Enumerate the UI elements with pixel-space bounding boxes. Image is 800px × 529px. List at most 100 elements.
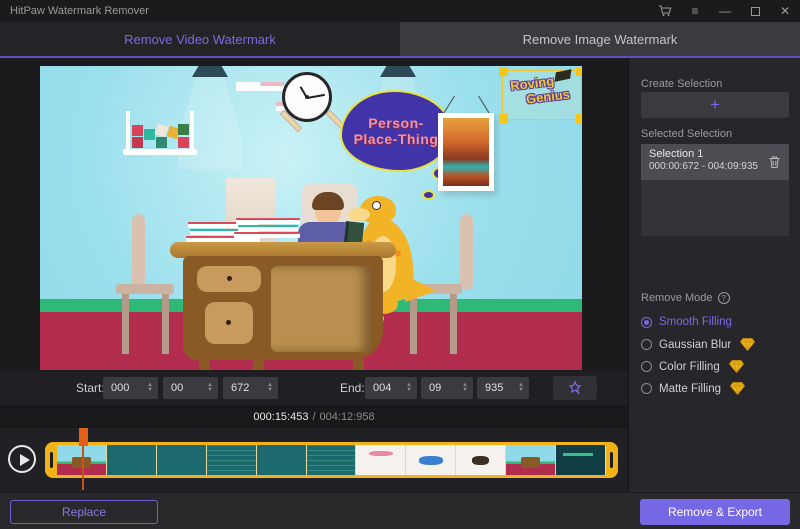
wall-clock (282, 72, 332, 122)
selection-handle-bottom-right[interactable] (576, 114, 582, 123)
canyon-art (443, 118, 489, 186)
delete-selection-icon[interactable] (768, 155, 781, 174)
filmstrip-thumbnails (57, 445, 606, 475)
start-minutes-spinner[interactable]: 000▲▼ (103, 377, 158, 399)
window-title: HitPaw Watermark Remover (0, 5, 149, 17)
filmstrip-thumbnail[interactable] (107, 445, 157, 475)
store-cart-icon[interactable] (650, 0, 680, 22)
filmstrip-thumbnail[interactable] (157, 445, 207, 475)
ceiling-lamp (192, 66, 228, 77)
title-bar: HitPaw Watermark Remover ≡ — ✕ (0, 0, 800, 22)
watermark-selection-box[interactable]: Roving Genius (502, 70, 582, 120)
timeline (0, 428, 628, 492)
desk-drawer (205, 302, 253, 344)
tab-bar: Remove Video Watermark Remove Image Wate… (0, 22, 800, 58)
play-button[interactable] (8, 445, 36, 473)
desk-panel (271, 266, 371, 352)
stair-shelf (236, 74, 284, 91)
selection-handle-top-left[interactable] (499, 67, 508, 76)
premium-gem-icon (730, 382, 745, 395)
filmstrip[interactable] (45, 442, 618, 478)
filmstrip-thumbnail[interactable] (257, 445, 307, 475)
ceiling-lamp (380, 66, 416, 77)
window-controls: ≡ — ✕ (650, 0, 800, 22)
close-icon[interactable]: ✕ (770, 0, 800, 22)
playhead-line (82, 446, 84, 490)
thought-bubble-text: Place-Thing (354, 131, 439, 147)
selection-list: Selection 1 000:00:672 - 004:09:935 (641, 144, 789, 236)
filmstrip-thumbnail[interactable] (356, 445, 406, 475)
tab-remove-video-watermark[interactable]: Remove Video Watermark (0, 22, 400, 56)
end-minutes-spinner[interactable]: 004▲▼ (365, 377, 417, 399)
wall-bookshelf (126, 111, 194, 155)
remove-export-button[interactable]: Remove & Export (640, 499, 790, 525)
maximize-box (751, 7, 760, 16)
end-label: End: (340, 381, 365, 395)
replace-button[interactable]: Replace (10, 500, 158, 524)
filmstrip-thumbnail[interactable] (506, 445, 556, 475)
time-display: 000:15:453 / 004:12:958 (0, 405, 628, 428)
selected-selection-label: Selected Selection (641, 128, 732, 140)
total-time: 004:12:958 (320, 411, 375, 423)
premium-gem-icon (729, 360, 744, 373)
filmstrip-thumbnail[interactable] (456, 445, 506, 475)
help-icon[interactable]: ? (718, 292, 730, 304)
filmstrip-thumbnail[interactable] (556, 445, 606, 475)
thought-bubble-trail (422, 190, 435, 200)
book-stack (186, 216, 306, 244)
mode-label: Gaussian Blur (659, 339, 731, 351)
dinosaur-snout (348, 208, 370, 221)
selection-handle-bottom-left[interactable] (499, 114, 508, 123)
selection-handle-top-right[interactable] (576, 67, 582, 76)
end-milliseconds-spinner[interactable]: 935▲▼ (477, 377, 529, 399)
magic-select-icon (567, 380, 583, 396)
selection-name: Selection 1 (649, 148, 781, 160)
footer-bar: Replace Remove & Export (0, 492, 800, 529)
right-chair-leg (450, 294, 457, 354)
create-selection-label: Create Selection (641, 78, 722, 90)
maximize-icon[interactable] (740, 0, 770, 22)
selection-list-item[interactable]: Selection 1 000:00:672 - 004:09:935 (641, 144, 789, 180)
start-milliseconds-spinner[interactable]: 672▲▼ (223, 377, 278, 399)
mode-label: Matte Filling (659, 383, 721, 395)
create-selection-button[interactable]: + (641, 92, 789, 118)
trim-handle-left[interactable] (50, 452, 53, 468)
premium-gem-icon (740, 338, 755, 351)
mode-gaussian-blur[interactable]: Gaussian Blur (641, 338, 755, 351)
apply-selection-button[interactable] (553, 376, 597, 400)
plus-icon: + (710, 95, 720, 115)
graduation-cap-icon (555, 69, 572, 82)
video-preview[interactable]: Person- Place-Thing (40, 66, 582, 370)
filmstrip-thumbnail[interactable] (406, 445, 456, 475)
right-chair-leg (410, 294, 417, 354)
end-seconds-spinner[interactable]: 09▲▼ (421, 377, 473, 399)
filmstrip-thumbnail[interactable] (207, 445, 257, 475)
selection-time-range: 000:00:672 - 004:09:935 (649, 161, 781, 172)
picture-frame (438, 113, 494, 191)
sidebar: Create Selection + Selected Selection Se… (628, 58, 800, 492)
trim-handle-right[interactable] (610, 452, 613, 468)
filmstrip-thumbnail[interactable] (307, 445, 357, 475)
left-chair-seat (116, 284, 174, 294)
mode-label: Smooth Filling (659, 316, 732, 328)
boy-hair (312, 192, 344, 210)
mode-label: Color Filling (659, 361, 720, 373)
start-seconds-spinner[interactable]: 00▲▼ (163, 377, 218, 399)
preview-pane: Person- Place-Thing (0, 58, 628, 371)
mode-smooth-filling[interactable]: Smooth Filling (641, 316, 732, 328)
playhead-marker[interactable] (79, 428, 88, 446)
current-time: 000:15:453 (253, 411, 308, 423)
right-chair-back (460, 214, 473, 290)
app-window: HitPaw Watermark Remover ≡ — ✕ Remove Vi… (0, 0, 800, 529)
remove-mode-label: Remove Mode (641, 292, 713, 304)
mode-color-filling[interactable]: Color Filling (641, 360, 744, 373)
desk-drawer (197, 266, 261, 292)
remove-mode-header: Remove Mode ? (641, 292, 730, 304)
left-chair-back (132, 214, 145, 290)
trim-controls: Start: 000▲▼ 00▲▼ 672▲▼ End: 004▲▼ 09▲▼ … (0, 371, 628, 405)
tab-remove-image-watermark[interactable]: Remove Image Watermark (400, 22, 800, 56)
mode-matte-filling[interactable]: Matte Filling (641, 382, 745, 395)
minimize-icon[interactable]: — (710, 0, 740, 22)
radio-icon (641, 361, 652, 372)
menu-icon[interactable]: ≡ (680, 0, 710, 22)
